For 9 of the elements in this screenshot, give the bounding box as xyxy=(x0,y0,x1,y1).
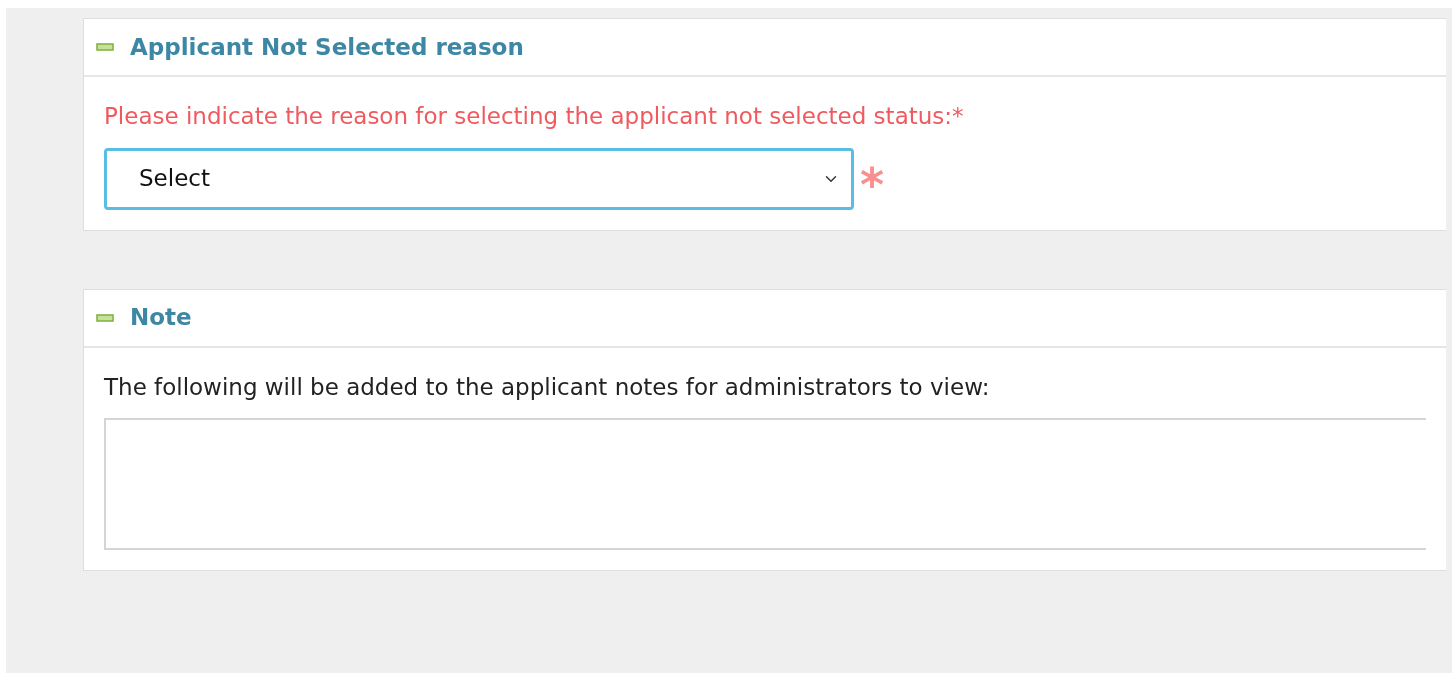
note-field[interactable] xyxy=(104,418,1426,550)
section-title: Note xyxy=(130,303,192,333)
required-mark: * xyxy=(860,161,885,208)
collapse-icon[interactable] xyxy=(96,43,114,51)
reason-select[interactable]: Select xyxy=(104,147,854,210)
section-title: Applicant Not Selected reason xyxy=(130,32,524,62)
prompt-text: Please indicate the reason for selecting the applicant not selected status:* xyxy=(104,102,965,131)
collapse-icon[interactable] xyxy=(96,313,114,322)
prompt-text: The following will be added to the applicant notes for administrators to view: xyxy=(104,372,991,402)
